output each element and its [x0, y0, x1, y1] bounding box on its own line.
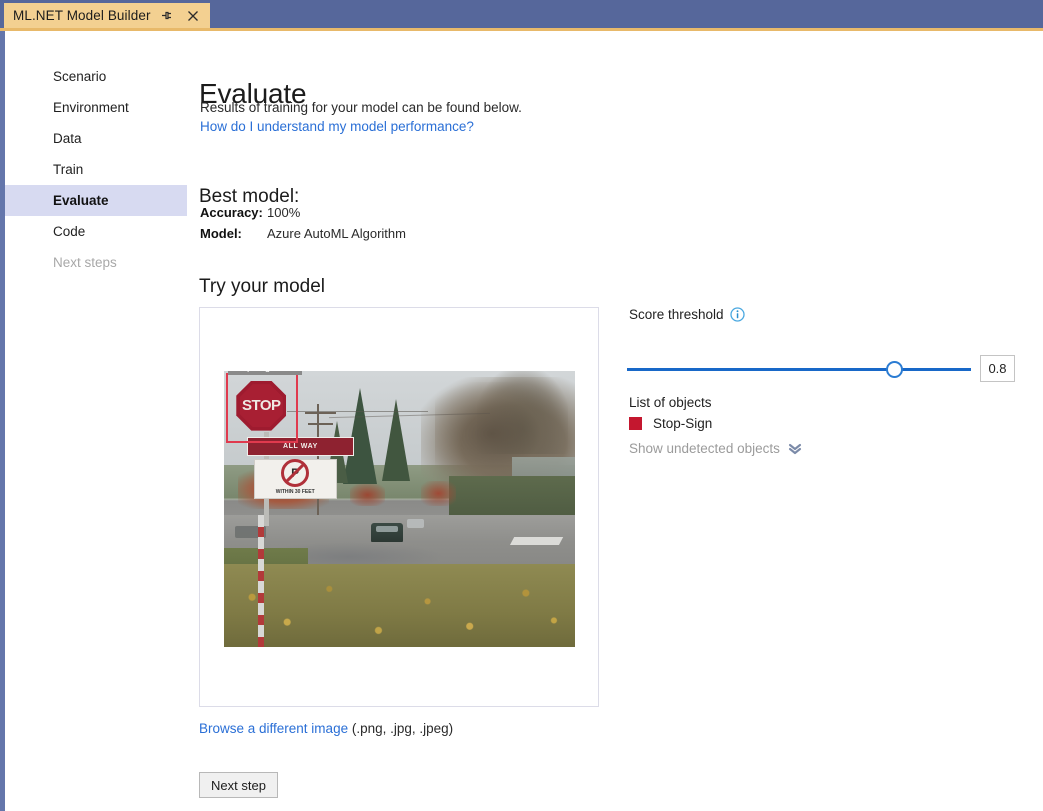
sidebar-item-environment[interactable]: Environment: [5, 92, 187, 123]
sidebar-item-label: Evaluate: [53, 193, 109, 208]
model-value: Azure AutoML Algorithm: [264, 226, 406, 241]
detection-bounding-box: Stop-Sign 0.99: [226, 373, 298, 443]
best-model-accuracy-row: Accuracy:100%: [200, 205, 300, 220]
object-color-swatch: [629, 417, 642, 430]
sidebar-item-label: Next steps: [53, 255, 117, 270]
wizard-step-sidebar: Scenario Environment Data Train Evaluate…: [5, 31, 187, 811]
slider-thumb[interactable]: [886, 361, 903, 378]
photo-fallen-leaves: [224, 564, 575, 647]
object-list-item[interactable]: Stop-Sign: [629, 416, 712, 431]
browse-extensions-hint: (.png, .jpg, .jpeg): [348, 721, 453, 736]
sidebar-item-scenario[interactable]: Scenario: [5, 61, 187, 92]
photo-crosswalk-marking: [510, 537, 564, 545]
photo-pole-crossarm: [305, 412, 337, 414]
chevron-double-down-icon[interactable]: [788, 443, 802, 455]
tool-window-tab[interactable]: ML.NET Model Builder: [4, 3, 210, 28]
accuracy-value: 100%: [264, 205, 300, 220]
sidebar-item-evaluate[interactable]: Evaluate: [5, 185, 187, 216]
page-subtitle: Results of training for your model can b…: [200, 100, 522, 115]
browse-link-text: Browse a different image: [199, 721, 348, 736]
info-icon[interactable]: [730, 307, 745, 322]
show-undetected-objects-toggle[interactable]: Show undetected objects: [629, 441, 802, 456]
sidebar-item-train[interactable]: Train: [5, 154, 187, 185]
next-step-button[interactable]: Next step: [199, 772, 278, 798]
score-threshold-label: Score threshold: [629, 307, 724, 322]
sidebar-item-data[interactable]: Data: [5, 123, 187, 154]
model-performance-help-link[interactable]: How do I understand my model performance…: [200, 119, 474, 134]
photo-pole-crossarm: [308, 423, 333, 425]
accuracy-label: Accuracy:: [200, 205, 264, 220]
image-preview-panel[interactable]: ALL WAY P WITHIN 30 FEET STOP Stop-Sign …: [199, 307, 599, 707]
sidebar-item-label: Data: [53, 131, 82, 146]
slider-value-box[interactable]: 0.8: [980, 355, 1015, 382]
model-label: Model:: [200, 226, 264, 241]
sidebar-item-code[interactable]: Code: [5, 216, 187, 247]
no-parking-text: WITHIN 30 FEET: [255, 489, 336, 495]
photo-car-window: [376, 526, 398, 533]
object-name: Stop-Sign: [653, 416, 712, 431]
photo-conifer: [343, 388, 377, 484]
all-way-text: ALL WAY: [283, 443, 318, 450]
score-threshold-label-row: Score threshold: [629, 307, 745, 322]
sidebar-item-label: Code: [53, 224, 85, 239]
best-model-algorithm-row: Model:Azure AutoML Algorithm: [200, 226, 406, 241]
prediction-image: ALL WAY P WITHIN 30 FEET STOP Stop-Sign …: [224, 371, 575, 647]
photo-hedge: [449, 476, 575, 517]
slider-track[interactable]: [627, 368, 971, 371]
photo-sign-post: [258, 515, 264, 647]
list-of-objects-label: List of objects: [629, 395, 712, 410]
photo-no-parking-sign: P WITHIN 30 FEET: [254, 459, 337, 498]
sidebar-item-next-steps: Next steps: [5, 247, 187, 278]
sidebar-item-label: Train: [53, 162, 83, 177]
show-undetected-label: Show undetected objects: [629, 441, 780, 456]
wizard-step-list: Scenario Environment Data Train Evaluate…: [5, 31, 187, 278]
sidebar-item-label: Environment: [53, 100, 129, 115]
pin-icon[interactable]: [157, 6, 177, 26]
try-your-model-heading: Try your model: [199, 276, 325, 298]
close-icon[interactable]: [183, 6, 203, 26]
tool-window-tab-title: ML.NET Model Builder: [13, 8, 151, 23]
photo-bush: [350, 484, 385, 506]
sidebar-item-label: Scenario: [53, 69, 106, 84]
photo-bush: [421, 481, 456, 506]
detection-label: Stop-Sign 0.99: [228, 371, 302, 375]
browse-different-image-link[interactable]: Browse a different image (.png, .jpg, .j…: [199, 721, 453, 736]
score-threshold-slider[interactable]: 0.8: [627, 355, 1027, 385]
main-content: Evaluate Results of training for your mo…: [187, 31, 1043, 811]
street-scene-photo: ALL WAY P WITHIN 30 FEET STOP Stop-Sign …: [224, 371, 575, 647]
photo-distant-car: [407, 519, 425, 529]
